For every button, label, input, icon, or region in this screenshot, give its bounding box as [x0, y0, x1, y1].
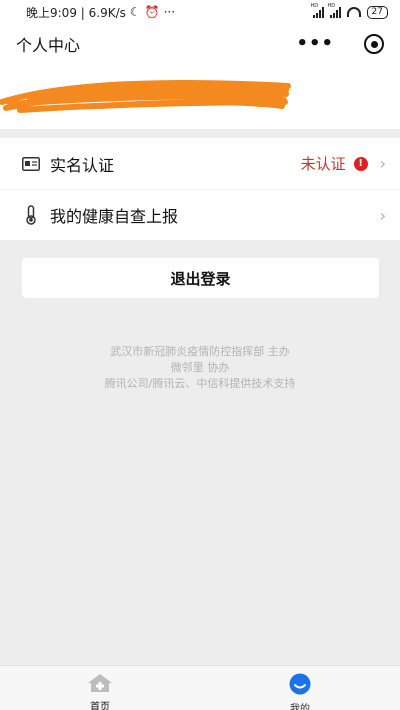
redaction-scribble [0, 79, 291, 113]
chevron-right-icon: › [379, 205, 386, 225]
tab-mine-label: 我的 [290, 704, 310, 710]
status-time-speed: 晚上9:09 | 6.9K/s [26, 5, 126, 20]
id-card-icon [20, 153, 42, 175]
alarm-icon: ⏰ [144, 5, 160, 19]
health-report-item[interactable]: 我的健康自查上报 › [0, 189, 400, 240]
signal-icon: HD [328, 3, 341, 18]
tab-home-label: 首页 [90, 702, 110, 710]
more-options-button[interactable]: ••• [296, 35, 334, 53]
verification-status: 未认证 [300, 155, 346, 173]
profile-card [0, 64, 400, 129]
moon-icon: ☾ [129, 5, 141, 19]
bottom-tab-bar: 首页 我的 [0, 665, 400, 710]
real-name-label: 实名认证 [50, 155, 115, 175]
page-header: 个人中心 ••• [0, 24, 400, 64]
thermometer-icon [20, 204, 42, 226]
close-miniprogram-button[interactable] [364, 34, 384, 54]
tab-mine[interactable]: 我的 [200, 666, 400, 710]
signal-icon: HD [311, 3, 324, 18]
wifi-icon [346, 7, 361, 17]
target-icon [370, 40, 378, 48]
footer-line-organizer: 武汉市新冠肺炎疫情防控指挥部 主办 [110, 345, 290, 358]
signal-label: HD [327, 2, 336, 9]
tab-home[interactable]: 首页 [0, 666, 200, 710]
status-more: ··· [163, 5, 176, 19]
footer-line-coorganizer: 微邻里 协办 [170, 361, 230, 374]
signal-label: HD [310, 2, 319, 9]
logout-button[interactable]: 退出登录 [22, 258, 379, 298]
alert-icon: ! [353, 156, 368, 171]
menu-list: 实名认证 未认证 ! › 我的健康自查上报 › [0, 138, 400, 240]
page-title: 个人中心 [16, 36, 81, 55]
chevron-right-icon: › [379, 154, 386, 173]
real-name-verification-item[interactable]: 实名认证 未认证 ! › [0, 138, 400, 189]
status-bar: 晚上9:09 | 6.9K/s ☾ ⏰ ··· HD HD 27 [0, 0, 400, 24]
footer-line-tech-support: 腾讯公司/腾讯云、中信科提供技术支持 [104, 377, 296, 390]
smile-icon [289, 673, 311, 698]
home-icon [87, 673, 113, 696]
battery-indicator: 27 [366, 5, 388, 19]
health-report-label: 我的健康自查上报 [50, 207, 179, 226]
footer-credits: 武汉市新冠肺炎疫情防控指挥部 主办 微邻里 协办 腾讯公司/腾讯云、中信科提供技… [0, 344, 400, 392]
